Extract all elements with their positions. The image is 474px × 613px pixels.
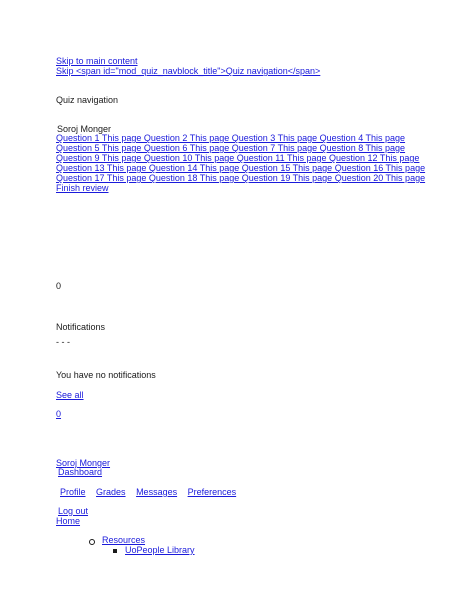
finish-review-link[interactable]: Finish review [56,183,109,193]
user-menu-items: Profile Grades Messages Preferences [56,487,240,497]
profile-link[interactable]: Profile [56,487,90,497]
question-row-2[interactable]: Question 5 This page Question 6 This pag… [56,143,405,153]
notification-count: 0 [56,281,62,291]
no-notifications-message: You have no notifications [56,370,156,380]
logout-link[interactable]: Log out [58,506,88,516]
notifications-title: Notifications [56,322,106,332]
question-row-5[interactable]: Question 17 This page Question 18 This p… [56,173,425,183]
resources-link[interactable]: Resources [102,535,145,545]
home-link[interactable]: Home [56,516,80,526]
see-all-link[interactable]: See all [56,390,84,400]
question-row-4[interactable]: Question 13 This page Question 14 This p… [56,163,425,173]
circle-bullet-icon [89,539,95,545]
question-row-1[interactable]: Question 1 This page Question 2 This pag… [56,133,405,143]
square-bullet-icon [113,549,117,553]
grades-link[interactable]: Grades [92,487,130,497]
skip-quiz-nav-link[interactable]: Skip <span id="mod_quiz_navblock_title">… [56,66,320,76]
skip-to-main-link[interactable]: Skip to main content [56,56,138,66]
notifications-divider: - - - [56,337,70,347]
quiz-nav-title: Quiz navigation [56,95,119,105]
dashboard-link[interactable]: Dashboard [58,467,102,477]
preferences-link[interactable]: Preferences [184,487,241,497]
messages-link[interactable]: Messages [132,487,181,497]
message-count-link[interactable]: 0 [56,409,61,419]
uopeople-library-link[interactable]: UoPeople Library [125,545,195,555]
question-row-3[interactable]: Question 9 This page Question 10 This pa… [56,153,419,163]
